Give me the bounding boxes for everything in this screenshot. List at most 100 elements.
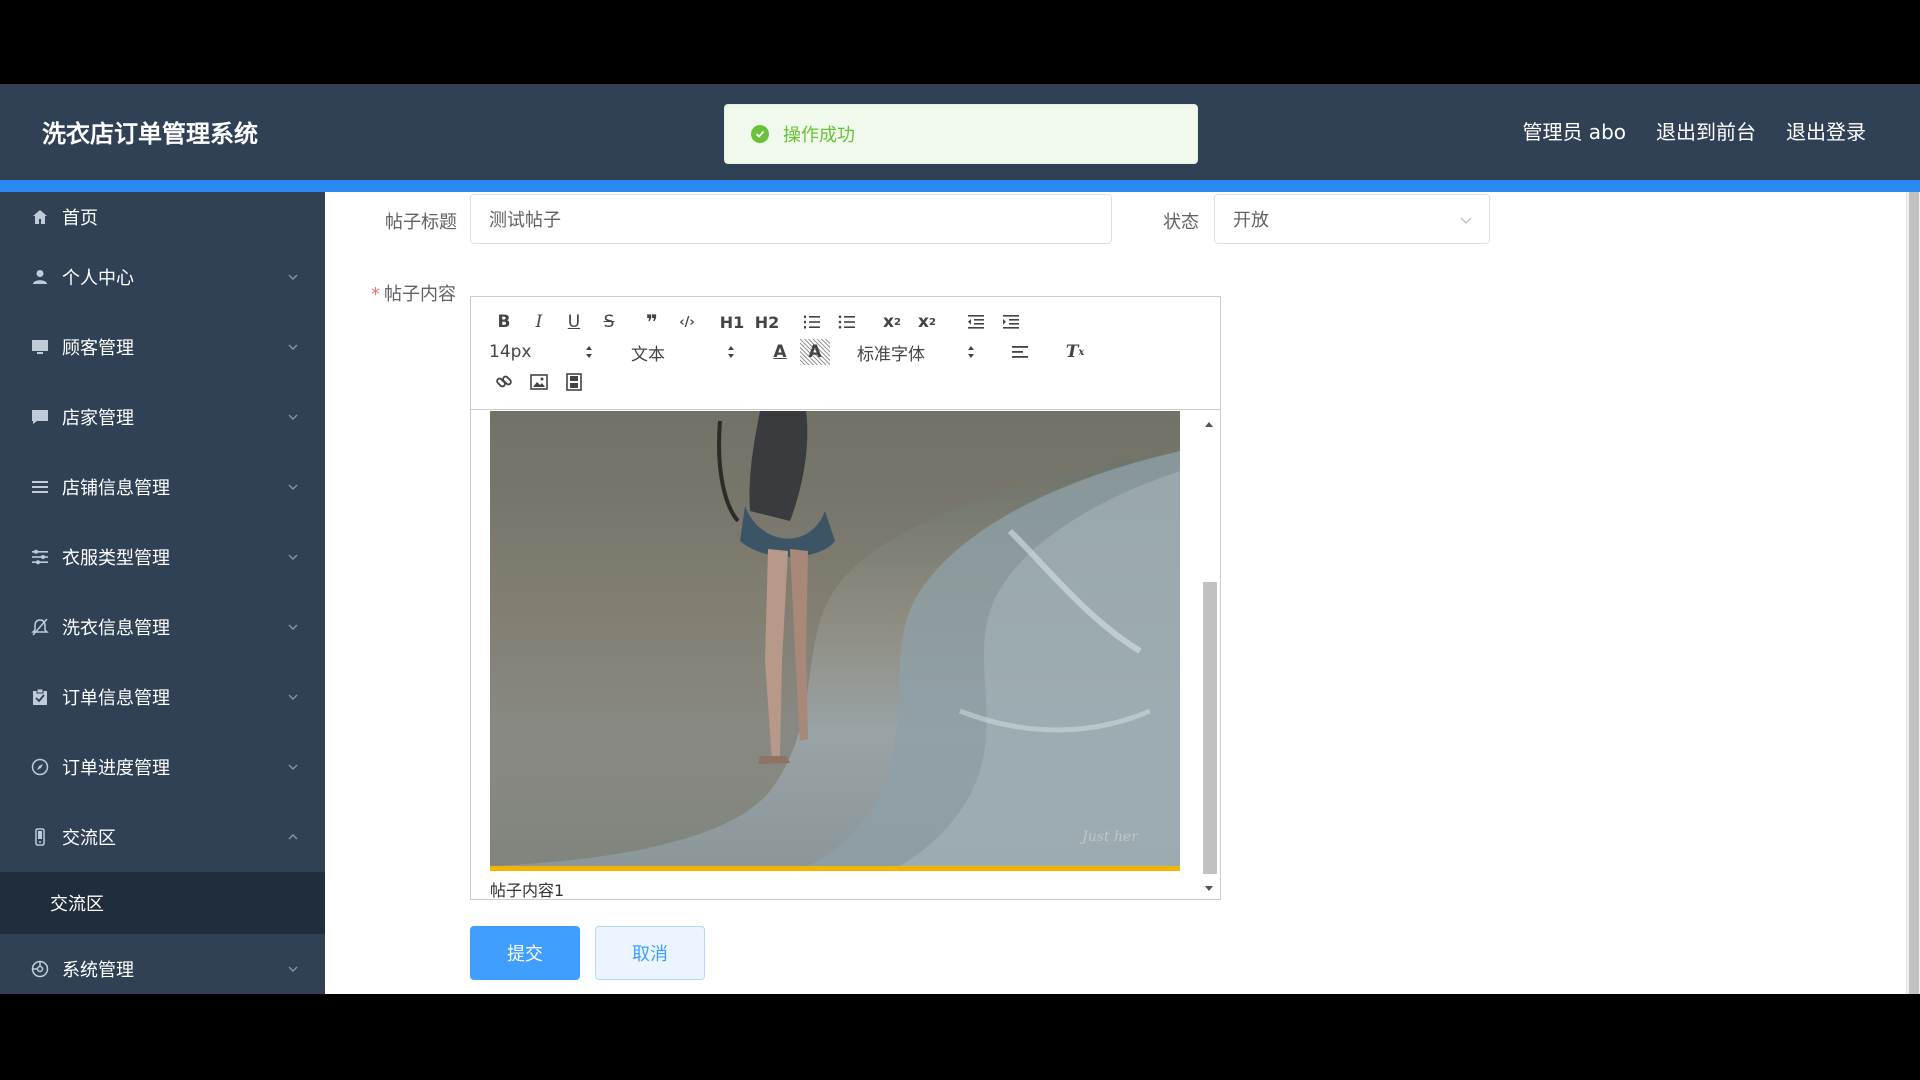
home-icon: [30, 207, 50, 227]
bell-off-icon: [30, 617, 50, 637]
letterbox-bottom: [0, 994, 1920, 1080]
status-label: 状态: [1163, 212, 1199, 233]
align-left-icon[interactable]: [1005, 339, 1035, 365]
sidebar-item-label: 交流区: [62, 828, 116, 849]
blockquote-icon[interactable]: ❞: [637, 309, 667, 335]
header-accent-bar: [0, 180, 1920, 192]
header-format-value: 文本: [631, 344, 665, 365]
check-circle-icon: [751, 125, 769, 143]
strikethrough-icon[interactable]: S: [594, 309, 624, 335]
sidebar-item-laundry-info-mgmt[interactable]: 洗衣信息管理: [0, 592, 325, 662]
editor-content-area[interactable]: Just her 帖子内容1: [471, 410, 1220, 899]
updown-arrows-icon: [968, 346, 974, 358]
chat-icon: [30, 407, 50, 427]
font-family-select[interactable]: 标准字体: [857, 339, 975, 365]
editor-scrollbar[interactable]: [1200, 412, 1218, 897]
admin-user-label: 管理员 abo: [1522, 120, 1626, 144]
sidebar-item-clothes-type-mgmt[interactable]: 衣服类型管理: [0, 522, 325, 592]
sidebar-item-shop-owner-mgmt[interactable]: 店家管理: [0, 382, 325, 452]
required-mark: *: [371, 284, 380, 305]
sidebar-item-label: 店家管理: [62, 408, 134, 429]
image-icon[interactable]: [524, 369, 554, 395]
list-icon: [30, 477, 50, 497]
chevron-down-icon: [288, 966, 298, 972]
chevron-down-icon: [288, 414, 298, 420]
app-title: 洗衣店订单管理系统: [42, 120, 258, 148]
exit-to-front-link[interactable]: 退出到前台: [1656, 116, 1756, 145]
cancel-button[interactable]: 取消: [595, 926, 705, 980]
post-image: Just her: [490, 411, 1180, 871]
heading-2-icon[interactable]: H2: [752, 309, 782, 335]
chevron-down-icon: [288, 554, 298, 560]
ordered-list-icon[interactable]: [797, 309, 827, 335]
sidebar-item-customer-mgmt[interactable]: 顾客管理: [0, 312, 325, 382]
page-scrollbar[interactable]: [1906, 192, 1920, 994]
sidebar-item-order-progress-mgmt[interactable]: 订单进度管理: [0, 732, 325, 802]
sidebar-item-personal-center[interactable]: 个人中心: [0, 242, 325, 312]
sidebar-item-label: 店铺信息管理: [62, 478, 170, 499]
superscript-icon[interactable]: x2: [912, 309, 942, 335]
sidebar-item-forum[interactable]: 交流区: [0, 802, 325, 872]
video-icon[interactable]: [559, 369, 589, 395]
image-watermark: Just her: [1082, 829, 1138, 845]
rich-text-editor: B I U S ❞ ‹/› H1 H2 x2 x2 14px 文本 A A 标准…: [470, 296, 1221, 900]
sidebar-item-label: 系统管理: [62, 960, 134, 981]
font-size-select[interactable]: 14px: [489, 339, 593, 365]
sidebar-item-label: 订单进度管理: [62, 758, 170, 779]
underline-icon[interactable]: U: [559, 309, 589, 335]
header-format-select[interactable]: 文本: [631, 339, 735, 365]
font-color-icon[interactable]: A: [765, 339, 795, 365]
sidebar-item-system-mgmt[interactable]: 系统管理: [0, 934, 325, 994]
updown-arrows-icon: [728, 346, 734, 358]
chevron-down-icon: [288, 344, 298, 350]
outdent-icon[interactable]: [961, 309, 991, 335]
italic-icon[interactable]: I: [524, 309, 554, 335]
sidebar-subitem-forum[interactable]: 交流区: [0, 872, 325, 934]
code-block-icon[interactable]: ‹/›: [672, 309, 702, 335]
chevron-down-icon: [288, 274, 298, 280]
link-icon[interactable]: [489, 369, 519, 395]
toolbar-row-2: 14px 文本 A A 标准字体 T x: [489, 339, 1095, 365]
submit-button[interactable]: 提交: [470, 926, 580, 980]
bullet-list-icon[interactable]: [832, 309, 862, 335]
sidebar-item-label: 首页: [62, 208, 98, 229]
phone-icon: [30, 827, 50, 847]
updown-arrows-icon: [586, 346, 592, 358]
chevron-down-icon: [288, 484, 298, 490]
editor-scroll-thumb[interactable]: [1203, 582, 1217, 874]
background-color-icon[interactable]: A: [800, 339, 830, 365]
main-content: 帖子标题 测试帖子 状态 开放 * 帖子内容 B I U S ❞ ‹/› H1 H…: [325, 192, 1920, 994]
sidebar: 首页 个人中心 顾客管理 店家管理 店铺信息管理 衣服类型管理 洗衣信息管理 订…: [0, 192, 325, 994]
heading-1-icon[interactable]: H1: [717, 309, 747, 335]
sidebar-item-home[interactable]: 首页: [0, 192, 325, 242]
bold-icon[interactable]: B: [489, 309, 519, 335]
letterbox-top: [0, 0, 1920, 84]
logout-link[interactable]: 退出登录: [1786, 116, 1866, 145]
font-size-value: 14px: [489, 342, 532, 362]
scroll-up-arrow-icon[interactable]: [1200, 418, 1218, 432]
subscript-icon[interactable]: x2: [877, 309, 907, 335]
scroll-down-arrow-icon[interactable]: [1200, 881, 1218, 895]
editor-toolbar: B I U S ❞ ‹/› H1 H2 x2 x2 14px 文本 A A 标准…: [471, 297, 1220, 410]
monitor-icon: [30, 337, 50, 357]
clipboard-check-icon: [30, 687, 50, 707]
sidebar-item-label: 顾客管理: [62, 338, 134, 359]
image-bottom-line: [490, 866, 1180, 871]
chevron-down-icon: [288, 624, 298, 630]
clear-format-icon[interactable]: Tx: [1060, 339, 1090, 365]
sidebar-item-label: 洗衣信息管理: [62, 618, 170, 639]
sidebar-item-order-info-mgmt[interactable]: 订单信息管理: [0, 662, 325, 732]
compass-icon: [30, 757, 50, 777]
indent-icon[interactable]: [996, 309, 1026, 335]
status-select[interactable]: 开放: [1214, 194, 1490, 244]
user-icon: [30, 267, 50, 287]
post-title-input[interactable]: 测试帖子: [470, 194, 1112, 244]
chevron-down-icon: [288, 694, 298, 700]
sidebar-item-label: 衣服类型管理: [62, 548, 170, 569]
post-content-label-text: 帖子内容: [384, 284, 456, 305]
page-scroll-thumb[interactable]: [1909, 192, 1919, 994]
chevron-down-icon: [288, 764, 298, 770]
post-content-text: 帖子内容1: [490, 881, 565, 899]
sidebar-item-store-info-mgmt[interactable]: 店铺信息管理: [0, 452, 325, 522]
sliders-icon: [30, 547, 50, 567]
